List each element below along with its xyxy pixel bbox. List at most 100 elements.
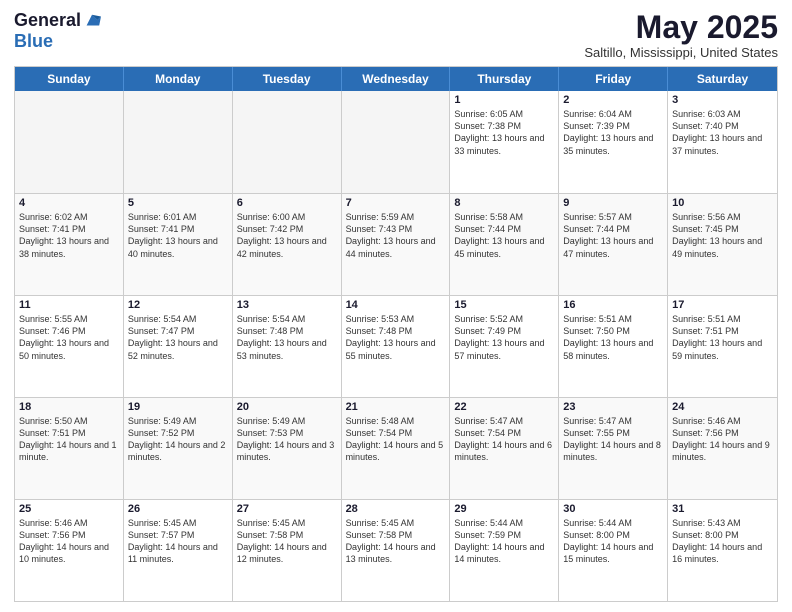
cell-info: Sunrise: 6:02 AMSunset: 7:41 PMDaylight:…: [19, 211, 119, 260]
cell-info: Sunrise: 5:57 AMSunset: 7:44 PMDaylight:…: [563, 211, 663, 260]
calendar-cell: 3 Sunrise: 6:03 AMSunset: 7:40 PMDaylight…: [668, 91, 777, 193]
calendar-cell: 16 Sunrise: 5:51 AMSunset: 7:50 PMDayligh…: [559, 296, 668, 397]
cell-info: Sunrise: 5:53 AMSunset: 7:48 PMDaylight:…: [346, 313, 446, 362]
day-number: 17: [672, 299, 773, 311]
day-number: 27: [237, 503, 337, 515]
cell-info: Sunrise: 5:52 AMSunset: 7:49 PMDaylight:…: [454, 313, 554, 362]
calendar-cell: 10 Sunrise: 5:56 AMSunset: 7:45 PMDayligh…: [668, 194, 777, 295]
cell-info: Sunrise: 6:00 AMSunset: 7:42 PMDaylight:…: [237, 211, 337, 260]
calendar-cell: 6Sunrise: 6:00 AMSunset: 7:42 PMDaylight…: [233, 194, 342, 295]
cell-info: Sunrise: 5:51 AMSunset: 7:51 PMDaylight:…: [672, 313, 773, 362]
logo: General Blue: [14, 10, 101, 52]
calendar-cell: 1Sunrise: 6:05 AMSunset: 7:38 PMDaylight…: [450, 91, 559, 193]
cell-info: Sunrise: 5:46 AMSunset: 7:56 PMDaylight:…: [672, 415, 773, 464]
calendar-cell: 23Sunrise: 5:47 AMSunset: 7:55 PMDayligh…: [559, 398, 668, 499]
day-number: 22: [454, 401, 554, 413]
day-number: 28: [346, 503, 446, 515]
day-number: 21: [346, 401, 446, 413]
cell-info: Sunrise: 5:43 AMSunset: 8:00 PMDaylight:…: [672, 517, 773, 566]
cell-info: Sunrise: 5:58 AMSunset: 7:44 PMDaylight:…: [454, 211, 554, 260]
weekday-header: Tuesday: [233, 67, 342, 91]
calendar-cell: 14 Sunrise: 5:53 AMSunset: 7:48 PMDayligh…: [342, 296, 451, 397]
day-number: 24: [672, 401, 773, 413]
calendar-cell: [342, 91, 451, 193]
day-number: 16: [563, 299, 663, 311]
cell-info: Sunrise: 5:48 AMSunset: 7:54 PMDaylight:…: [346, 415, 446, 464]
weekday-header: Friday: [559, 67, 668, 91]
cell-info: Sunrise: 5:54 AMSunset: 7:48 PMDaylight:…: [237, 313, 337, 362]
calendar: SundayMondayTuesdayWednesdayThursdayFrid…: [14, 66, 778, 602]
weekday-header: Sunday: [15, 67, 124, 91]
calendar-cell: 5 Sunrise: 6:01 AMSunset: 7:41 PMDaylight…: [124, 194, 233, 295]
day-number: 4: [19, 197, 119, 209]
calendar-cell: 19 Sunrise: 5:49 AMSunset: 7:52 PMDayligh…: [124, 398, 233, 499]
day-number: 9: [563, 197, 663, 209]
cell-info: Sunrise: 5:54 AMSunset: 7:47 PMDaylight:…: [128, 313, 228, 362]
calendar-row: 11 Sunrise: 5:55 AMSunset: 7:46 PMDayligh…: [15, 295, 777, 397]
day-number: 15: [454, 299, 554, 311]
calendar-row: 25 Sunrise: 5:46 AMSunset: 7:56 PMDayligh…: [15, 499, 777, 601]
calendar-cell: 22 Sunrise: 5:47 AMSunset: 7:54 PMDayligh…: [450, 398, 559, 499]
cell-info: Sunrise: 5:44 AMSunset: 7:59 PMDaylight:…: [454, 517, 554, 566]
header: General Blue May 2025 Saltillo, Mississi…: [14, 10, 778, 60]
calendar-cell: [15, 91, 124, 193]
day-number: 29: [454, 503, 554, 515]
calendar-cell: 13 Sunrise: 5:54 AMSunset: 7:48 PMDayligh…: [233, 296, 342, 397]
cell-info: Sunrise: 5:56 AMSunset: 7:45 PMDaylight:…: [672, 211, 773, 260]
cell-info: Sunrise: 5:44 AMSunset: 8:00 PMDaylight:…: [563, 517, 663, 566]
weekday-header: Thursday: [450, 67, 559, 91]
day-number: 30: [563, 503, 663, 515]
cell-info: Sunrise: 5:47 AMSunset: 7:55 PMDaylight:…: [563, 415, 663, 464]
cell-info: Sunrise: 5:51 AMSunset: 7:50 PMDaylight:…: [563, 313, 663, 362]
calendar-cell: 28 Sunrise: 5:45 AMSunset: 7:58 PMDayligh…: [342, 500, 451, 601]
calendar-cell: [124, 91, 233, 193]
cell-info: Sunrise: 5:46 AMSunset: 7:56 PMDaylight:…: [19, 517, 119, 566]
calendar-header: SundayMondayTuesdayWednesdayThursdayFrid…: [15, 67, 777, 91]
calendar-cell: 31Sunrise: 5:43 AMSunset: 8:00 PMDayligh…: [668, 500, 777, 601]
logo-blue-text: Blue: [14, 31, 53, 51]
logo-bird-icon: [83, 12, 101, 30]
calendar-cell: 8Sunrise: 5:58 AMSunset: 7:44 PMDaylight…: [450, 194, 559, 295]
calendar-cell: 18Sunrise: 5:50 AMSunset: 7:51 PMDayligh…: [15, 398, 124, 499]
calendar-cell: [233, 91, 342, 193]
cell-info: Sunrise: 5:45 AMSunset: 7:57 PMDaylight:…: [128, 517, 228, 566]
cell-info: Sunrise: 5:55 AMSunset: 7:46 PMDaylight:…: [19, 313, 119, 362]
cell-info: Sunrise: 5:50 AMSunset: 7:51 PMDaylight:…: [19, 415, 119, 464]
calendar-cell: 4 Sunrise: 6:02 AMSunset: 7:41 PMDaylight…: [15, 194, 124, 295]
cell-info: Sunrise: 5:49 AMSunset: 7:53 PMDaylight:…: [237, 415, 337, 464]
day-number: 26: [128, 503, 228, 515]
day-number: 11: [19, 299, 119, 311]
cell-info: Sunrise: 5:45 AMSunset: 7:58 PMDaylight:…: [237, 517, 337, 566]
calendar-cell: 20 Sunrise: 5:49 AMSunset: 7:53 PMDayligh…: [233, 398, 342, 499]
calendar-cell: 12 Sunrise: 5:54 AMSunset: 7:47 PMDayligh…: [124, 296, 233, 397]
calendar-cell: 26 Sunrise: 5:45 AMSunset: 7:57 PMDayligh…: [124, 500, 233, 601]
calendar-cell: 15 Sunrise: 5:52 AMSunset: 7:49 PMDayligh…: [450, 296, 559, 397]
day-number: 10: [672, 197, 773, 209]
day-number: 25: [19, 503, 119, 515]
cell-info: Sunrise: 5:47 AMSunset: 7:54 PMDaylight:…: [454, 415, 554, 464]
calendar-body: 1Sunrise: 6:05 AMSunset: 7:38 PMDaylight…: [15, 91, 777, 601]
calendar-cell: 11 Sunrise: 5:55 AMSunset: 7:46 PMDayligh…: [15, 296, 124, 397]
day-number: 13: [237, 299, 337, 311]
calendar-cell: 9 Sunrise: 5:57 AMSunset: 7:44 PMDaylight…: [559, 194, 668, 295]
day-number: 7: [346, 197, 446, 209]
day-number: 2: [563, 94, 663, 106]
cell-info: Sunrise: 6:05 AMSunset: 7:38 PMDaylight:…: [454, 108, 554, 157]
cell-info: Sunrise: 5:45 AMSunset: 7:58 PMDaylight:…: [346, 517, 446, 566]
day-number: 14: [346, 299, 446, 311]
calendar-cell: 25 Sunrise: 5:46 AMSunset: 7:56 PMDayligh…: [15, 500, 124, 601]
day-number: 19: [128, 401, 228, 413]
calendar-cell: 29 Sunrise: 5:44 AMSunset: 7:59 PMDayligh…: [450, 500, 559, 601]
calendar-cell: 17 Sunrise: 5:51 AMSunset: 7:51 PMDayligh…: [668, 296, 777, 397]
cell-info: Sunrise: 6:01 AMSunset: 7:41 PMDaylight:…: [128, 211, 228, 260]
day-number: 20: [237, 401, 337, 413]
calendar-cell: 2Sunrise: 6:04 AMSunset: 7:39 PMDaylight…: [559, 91, 668, 193]
cell-info: Sunrise: 6:03 AMSunset: 7:40 PMDaylight:…: [672, 108, 773, 157]
calendar-cell: 24 Sunrise: 5:46 AMSunset: 7:56 PMDayligh…: [668, 398, 777, 499]
day-number: 3: [672, 94, 773, 106]
calendar-cell: 27 Sunrise: 5:45 AMSunset: 7:58 PMDayligh…: [233, 500, 342, 601]
day-number: 5: [128, 197, 228, 209]
cell-info: Sunrise: 5:49 AMSunset: 7:52 PMDaylight:…: [128, 415, 228, 464]
calendar-row: 1Sunrise: 6:05 AMSunset: 7:38 PMDaylight…: [15, 91, 777, 193]
day-number: 12: [128, 299, 228, 311]
